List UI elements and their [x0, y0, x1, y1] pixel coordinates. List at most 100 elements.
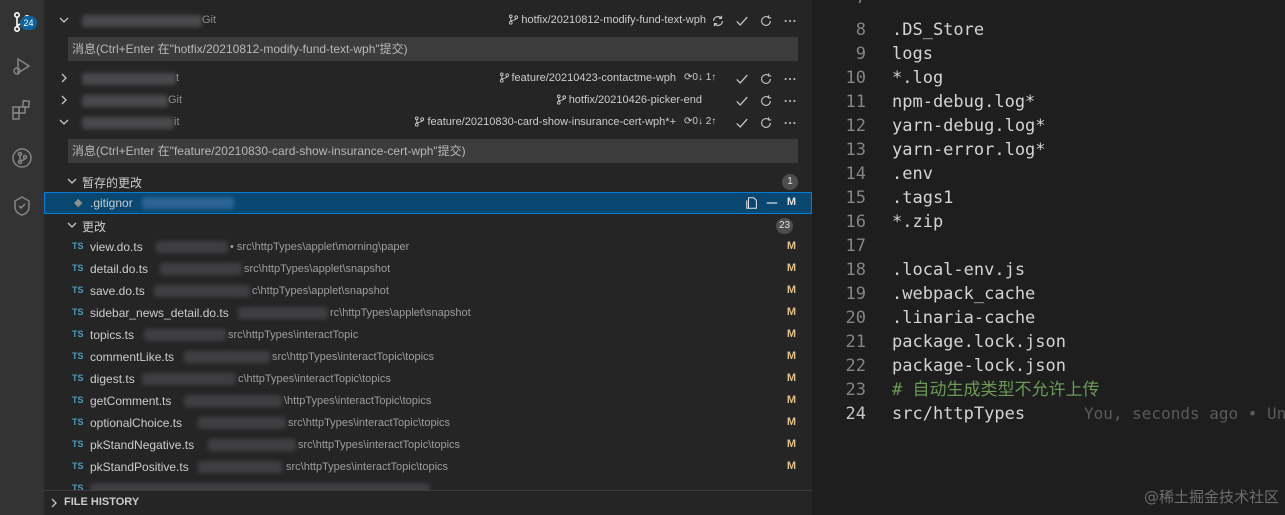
git-graph-icon[interactable] [0, 136, 44, 180]
code-line: 7 [812, 0, 1285, 10]
git-blame-annotation: You, seconds ago • Un [1084, 404, 1285, 423]
changed-file-row[interactable]: TS detail.do.ts src\httpTypes\applet\sna… [44, 258, 812, 280]
commit-check-icon[interactable] [734, 93, 750, 109]
commit-message-input[interactable]: 消息(Ctrl+Enter 在"feature/20210830-card-sh… [68, 139, 798, 163]
open-file-icon[interactable] [744, 195, 760, 211]
changes-count-badge: 23 [776, 218, 794, 234]
changed-file-row-partial[interactable]: TS [44, 478, 812, 490]
code-line: 12 yarn-debug.log* [845, 116, 1046, 136]
commit-check-icon[interactable] [734, 71, 750, 87]
chevron-down-icon[interactable] [58, 116, 70, 128]
refresh-icon[interactable] [758, 93, 774, 109]
file-status: M [786, 262, 796, 274]
commit-check-icon[interactable] [734, 115, 750, 131]
branch-label[interactable]: hotfix/20210426-picker-end [556, 94, 702, 106]
file-history-section[interactable]: FILE HISTORY [44, 490, 812, 515]
changed-file-row[interactable]: TS digest.ts c\httpTypes\interactTopic\t… [44, 368, 812, 390]
file-path: c\httpTypes\applet\snapshot [252, 285, 389, 297]
sync-icon[interactable] [710, 13, 726, 29]
chevron-down-icon[interactable] [58, 14, 70, 26]
changed-file-row[interactable]: TS pkStandNegative.ts src\httpTypes\inte… [44, 434, 812, 456]
typescript-file-icon: TS [72, 285, 84, 295]
refresh-icon[interactable] [758, 71, 774, 87]
branch-label[interactable]: hotfix/20210812-modify-fund-text-wph [508, 14, 706, 26]
changed-file-row[interactable]: TS getComment.ts \httpTypes\interactTopi… [44, 390, 812, 412]
file-name: .gitignor [90, 196, 133, 210]
file-path-redacted [184, 395, 282, 407]
more-actions-icon[interactable] [782, 13, 798, 29]
typescript-file-icon: TS [72, 373, 84, 383]
chevron-right-icon[interactable] [48, 497, 60, 509]
code-line: 20 .linaria-cache [845, 308, 1036, 328]
repo-row[interactable]: it feature/20210830-card-show-insurance-… [44, 112, 812, 134]
repo-row[interactable]: t feature/20210423-contactme-wph ⟳0↓ 1↑ [44, 68, 812, 90]
repo-row[interactable]: Git hotfix/20210812-modify-fund-text-wph [44, 10, 812, 32]
code-line: 17 [845, 236, 866, 256]
code-line: 13 yarn-error.log* [845, 140, 1046, 160]
refresh-icon[interactable] [758, 13, 774, 29]
changed-file-row[interactable]: TS optionalChoice.ts src\httpTypes\inter… [44, 412, 812, 434]
code-line: 19 .webpack_cache [845, 284, 1036, 304]
changed-file-row[interactable]: TS save.do.ts c\httpTypes\applet\snapsho… [44, 280, 812, 302]
file-name: digest.ts [90, 372, 135, 386]
code-editor[interactable]: 7 8.DS_Store 9logs 10*.log 11npm-debug.l… [812, 0, 1285, 515]
file-status: M [786, 460, 796, 472]
chevron-down-icon[interactable] [66, 175, 78, 187]
file-status: M [786, 240, 796, 252]
changed-file-row[interactable]: TS pkStandPositive.ts src\httpTypes\inte… [44, 456, 812, 478]
source-control-icon[interactable]: 24 [0, 0, 44, 44]
staged-changes-group[interactable]: 暂存的更改 1 [44, 170, 812, 192]
more-actions-icon[interactable] [782, 93, 798, 109]
branch-label[interactable]: feature/20210830-card-show-insurance-cer… [414, 116, 676, 128]
code-line: 16 *.zip [845, 212, 944, 232]
file-status: M [786, 196, 796, 208]
typescript-file-icon: TS [72, 307, 84, 317]
sync-status[interactable]: ⟳0↓ 1↑ [684, 72, 716, 83]
file-path-redacted [198, 417, 286, 429]
file-name: topics.ts [90, 328, 135, 342]
file-status: M [786, 306, 796, 318]
changes-group[interactable]: 更改 23 [44, 214, 812, 236]
changed-file-row[interactable]: TS commentLike.ts src\httpTypes\interact… [44, 346, 812, 368]
sync-status[interactable]: ⟳0↓ 2↑ [684, 116, 716, 127]
test-icon[interactable] [0, 184, 44, 228]
code-line: 9 logs [855, 44, 933, 64]
file-path-redacted [142, 197, 234, 209]
commit-check-icon[interactable] [734, 13, 750, 29]
extensions-icon[interactable] [0, 88, 44, 132]
changed-file-row[interactable]: TS view.do.ts • src\httpTypes\applet\mor… [44, 236, 812, 258]
branch-label[interactable]: feature/20210423-contactme-wph [499, 72, 676, 84]
run-debug-icon[interactable] [0, 44, 44, 88]
file-path: c\httpTypes\interactTopic\topics [238, 373, 391, 385]
refresh-icon[interactable] [758, 115, 774, 131]
changed-file-row[interactable]: TS sidebar_news_detail.do.ts rc\httpType… [44, 302, 812, 324]
file-path: src\httpTypes\interactTopic\topics [298, 439, 461, 451]
more-actions-icon[interactable] [782, 71, 798, 87]
unstage-icon[interactable] [764, 195, 780, 211]
file-path-redacted [208, 439, 296, 451]
typescript-file-icon: TS [72, 351, 84, 361]
activity-bar: 24 [0, 0, 44, 515]
repo-row[interactable]: Git hotfix/20210426-picker-end [44, 90, 812, 112]
file-status: M [786, 394, 796, 406]
code-line: 18 .local-env.js [845, 260, 1026, 280]
file-name: detail.do.ts [90, 262, 149, 276]
chevron-right-icon[interactable] [58, 94, 70, 106]
repo-name: Git [202, 14, 217, 26]
chevron-right-icon[interactable] [58, 72, 70, 84]
branch-icon [415, 116, 425, 127]
staged-file-row[interactable]: ◆ .gitignor M [44, 192, 812, 214]
code-line: 15 .tags1 [845, 188, 954, 208]
file-path: src\httpTypes\applet\snapshot [244, 263, 391, 275]
more-actions-icon[interactable] [782, 115, 798, 131]
repo-name-redacted [82, 117, 174, 129]
repo-name-redacted [82, 73, 176, 85]
file-path-redacted [154, 285, 250, 297]
typescript-file-icon: TS [72, 417, 84, 427]
file-path: src\httpTypes\interactTopic [228, 329, 359, 341]
changed-file-row[interactable]: TS topics.ts src\httpTypes\interactTopic… [44, 324, 812, 346]
commit-message-input[interactable]: 消息(Ctrl+Enter 在"hotfix/20210812-modify-f… [68, 37, 798, 61]
file-name: commentLike.ts [90, 350, 175, 364]
repo-name-redacted [82, 95, 168, 107]
chevron-down-icon[interactable] [66, 219, 78, 231]
